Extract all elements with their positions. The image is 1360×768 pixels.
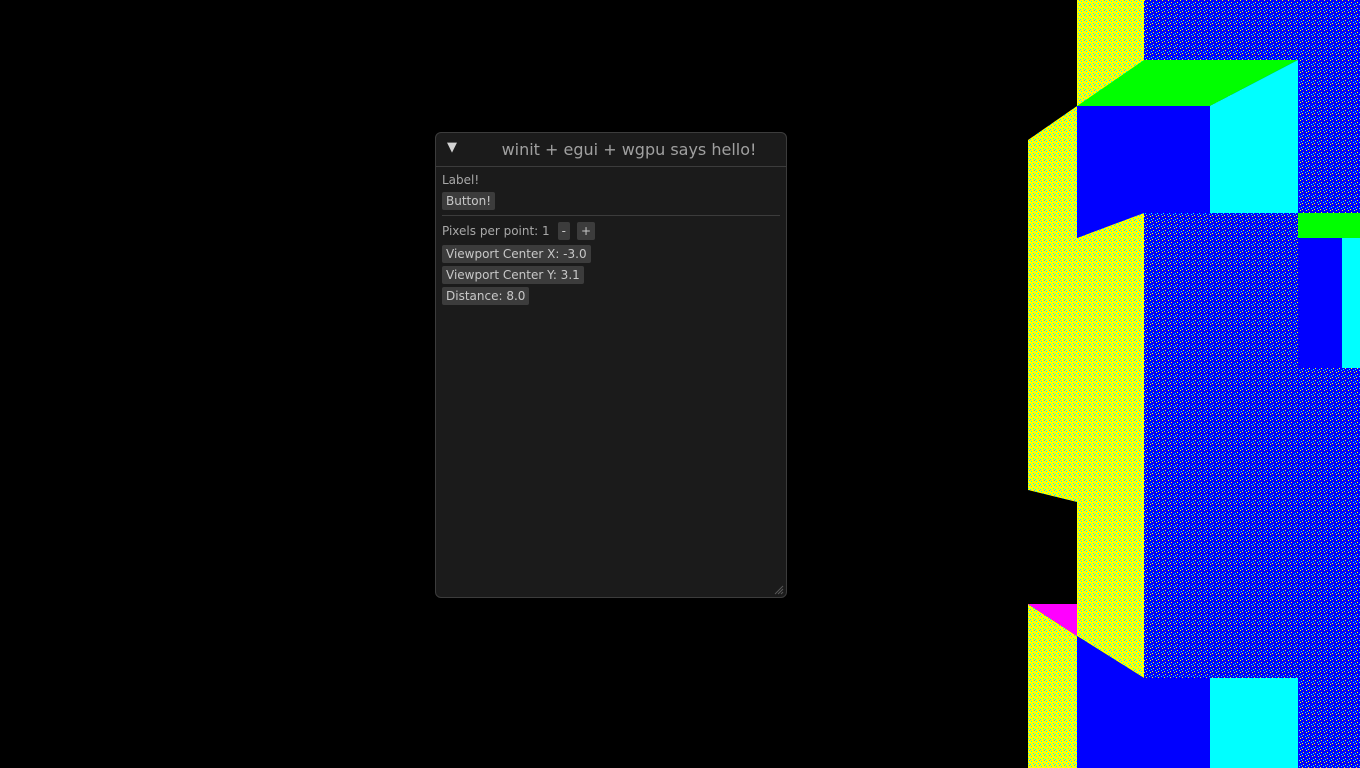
resize-grip-icon[interactable]: [774, 585, 784, 595]
collapse-triangle-icon[interactable]: ▼: [445, 141, 459, 155]
scene-cube2-front-blue: [1298, 238, 1342, 368]
label-text: Label!: [442, 173, 480, 187]
window-title: winit + egui + wgpu says hello!: [501, 140, 757, 159]
scene-cube3-side-cyan: [1210, 678, 1298, 768]
hello-button[interactable]: Button!: [442, 192, 496, 210]
scene-face-yellow-right: [1077, 212, 1144, 678]
decrease-pixels-per-point-button[interactable]: -: [557, 222, 571, 240]
pixels-per-point-label: Pixels per point: 1: [442, 224, 550, 238]
egui-window[interactable]: ▼ winit + egui + wgpu says hello! Label!…: [435, 132, 787, 598]
scene-cube2-top-green: [1298, 213, 1360, 238]
window-title-bar[interactable]: ▼ winit + egui + wgpu says hello!: [436, 133, 786, 167]
viewport-center-y-drag[interactable]: Viewport Center Y: 3.1: [442, 266, 584, 284]
window-content: Label! Button! Pixels per point: 1 - + V…: [436, 167, 786, 305]
viewport-center-x-drag[interactable]: Viewport Center X: -3.0: [442, 245, 591, 263]
scene-cube2-side-cyan: [1342, 238, 1360, 368]
increase-pixels-per-point-button[interactable]: +: [577, 222, 596, 240]
scene-face-yellow-left: [1028, 106, 1077, 502]
distance-drag[interactable]: Distance: 8.0: [442, 287, 530, 305]
separator: [442, 215, 780, 216]
